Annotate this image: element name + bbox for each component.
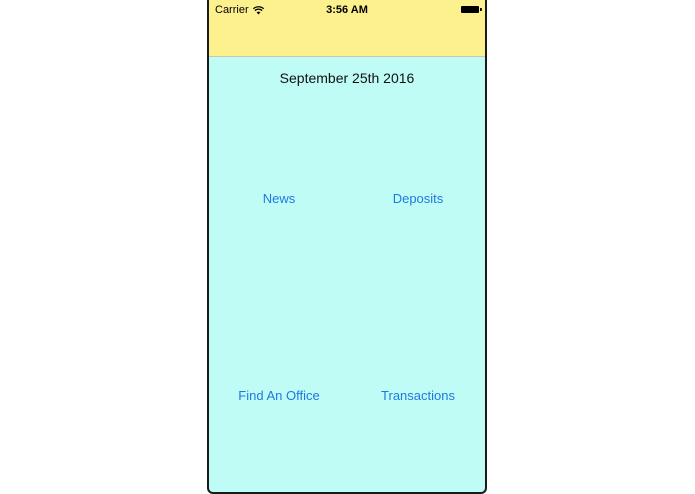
date-label: September 25th 2016 <box>279 70 415 86</box>
transactions-button[interactable]: Transactions <box>348 388 485 403</box>
top-header-bar: Carrier 3:56 AM <box>209 0 485 57</box>
status-bar: Carrier 3:56 AM <box>209 0 485 20</box>
find-office-button[interactable]: Find An Office <box>209 388 349 403</box>
deposits-button[interactable]: Deposits <box>348 191 485 206</box>
screenshot-stage: Carrier 3:56 AM September 25th 2016 News… <box>0 0 695 494</box>
news-button[interactable]: News <box>209 191 349 206</box>
battery-icon <box>461 6 482 13</box>
status-time: 3:56 AM <box>326 4 368 16</box>
phone-screen: Carrier 3:56 AM September 25th 2016 News… <box>207 0 487 494</box>
